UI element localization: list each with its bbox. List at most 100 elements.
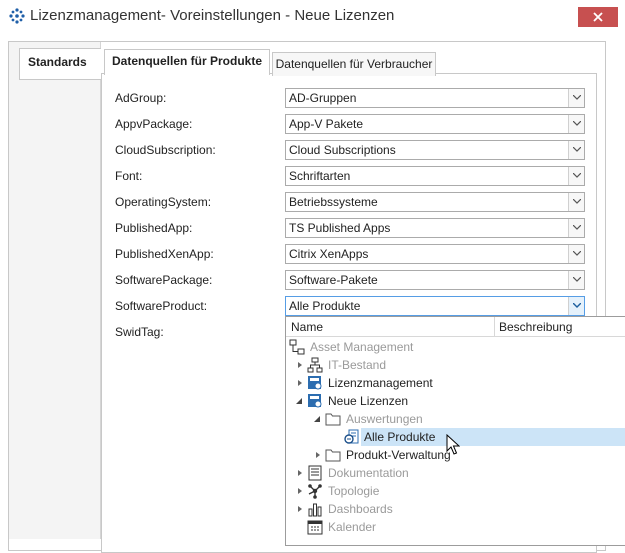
field-label-cloudsubscription: CloudSubscription: bbox=[115, 143, 216, 157]
close-button[interactable] bbox=[578, 7, 618, 27]
close-icon bbox=[593, 12, 603, 22]
hierarchy-icon bbox=[289, 339, 305, 355]
dropdown-button[interactable] bbox=[568, 89, 584, 107]
tree-node[interactable]: Kalender bbox=[286, 518, 625, 536]
license-module-icon bbox=[308, 394, 322, 408]
topology-icon bbox=[308, 484, 322, 499]
dropdown-button[interactable] bbox=[568, 193, 584, 211]
combo-value: TS Published Apps bbox=[289, 221, 391, 235]
field-label-font: Font: bbox=[115, 169, 143, 183]
product-report-icon bbox=[344, 429, 359, 444]
column-divider[interactable] bbox=[494, 317, 495, 337]
tree-node-label: Produkt-Verwaltung bbox=[346, 448, 451, 462]
dropdown-button[interactable] bbox=[568, 297, 584, 315]
combo-value: AD-Gruppen bbox=[289, 91, 357, 105]
tree-node[interactable]: Dokumentation bbox=[286, 464, 625, 482]
softwareproduct-combo[interactable]: Alle Produkte bbox=[285, 296, 585, 316]
column-header-name[interactable]: Name bbox=[291, 320, 323, 334]
expand-arrow-icon[interactable] bbox=[296, 361, 304, 369]
tree-node[interactable]: Lizenzmanagement bbox=[286, 374, 625, 392]
tree-node-label: Alle Produkte bbox=[364, 430, 436, 444]
tree-node[interactable]: Dashboards bbox=[286, 500, 625, 518]
combo-value: Cloud Subscriptions bbox=[289, 143, 396, 157]
chevron-down-icon bbox=[573, 173, 581, 178]
folder-icon bbox=[325, 413, 341, 426]
chevron-down-icon bbox=[573, 303, 581, 308]
softwarepackage-combo[interactable]: Software-Pakete bbox=[285, 270, 585, 290]
left-tab-strip bbox=[9, 42, 101, 539]
field-label-swidtag: SwidTag: bbox=[115, 325, 164, 339]
tree-node-label: Topologie bbox=[328, 484, 380, 498]
network-icon bbox=[307, 357, 323, 373]
publishedxenapp-combo[interactable]: Citrix XenApps bbox=[285, 244, 585, 264]
dropdown-button[interactable] bbox=[568, 245, 584, 263]
collapse-arrow-icon[interactable] bbox=[313, 415, 321, 423]
expand-arrow-icon[interactable] bbox=[314, 451, 322, 459]
tree-node-label: Dashboards bbox=[328, 502, 393, 516]
combo-value: Betriebssysteme bbox=[289, 195, 378, 209]
dropdown-button[interactable] bbox=[568, 141, 584, 159]
tree-node[interactable]: Asset Management bbox=[286, 338, 625, 356]
dropdown-button[interactable] bbox=[568, 219, 584, 237]
dropdown-button[interactable] bbox=[568, 271, 584, 289]
tree-node-label: Kalender bbox=[328, 520, 377, 534]
field-label-publishedxenapp: PublishedXenApp: bbox=[115, 247, 214, 261]
tab-standards[interactable]: Standards bbox=[19, 48, 101, 80]
mouse-cursor-icon bbox=[446, 434, 460, 455]
combo-value: Alle Produkte bbox=[289, 299, 361, 313]
folder-icon bbox=[325, 449, 341, 462]
tab-datenquellen-produkte[interactable]: Datenquellen für Produkte bbox=[104, 49, 270, 75]
dropdown-header: Name Beschreibung bbox=[286, 317, 625, 337]
expand-arrow-icon[interactable] bbox=[296, 379, 304, 387]
column-header-description[interactable]: Beschreibung bbox=[499, 320, 572, 334]
combo-value: App-V Pakete bbox=[289, 117, 364, 131]
tree-node-label: Dokumentation bbox=[328, 466, 409, 480]
tree-node[interactable]: Neue Lizenzen bbox=[286, 392, 625, 410]
calendar-icon bbox=[307, 520, 323, 535]
title-bar: Lizenzmanagement- Voreinstellungen - Neu… bbox=[0, 0, 625, 32]
window-title: Lizenzmanagement- Voreinstellungen - Neu… bbox=[30, 7, 395, 24]
font-combo[interactable]: Schriftarten bbox=[285, 166, 585, 186]
tree-node-label: Neue Lizenzen bbox=[328, 394, 409, 408]
softwareproduct-dropdown: Name Beschreibung Asset Management IT-Be… bbox=[285, 316, 625, 546]
field-label-operatingsystem: OperatingSystem: bbox=[115, 195, 212, 209]
dropdown-button[interactable] bbox=[568, 115, 584, 133]
tree-node[interactable]: Topologie bbox=[286, 482, 625, 500]
document-icon bbox=[308, 465, 322, 481]
dropdown-button[interactable] bbox=[568, 167, 584, 185]
chevron-down-icon bbox=[573, 95, 581, 100]
chevron-down-icon bbox=[573, 277, 581, 282]
tree-node-label: Asset Management bbox=[310, 340, 414, 354]
appvpackage-combo[interactable]: App-V Pakete bbox=[285, 114, 585, 134]
tree-node[interactable]: IT-Bestand bbox=[286, 356, 625, 374]
combo-value: Schriftarten bbox=[289, 169, 351, 183]
publishedapp-combo[interactable]: TS Published Apps bbox=[285, 218, 585, 238]
tree-node[interactable]: Auswertungen bbox=[286, 410, 625, 428]
field-label-adgroup: AdGroup: bbox=[115, 91, 167, 105]
combo-value: Software-Pakete bbox=[289, 273, 378, 287]
app-logo-icon bbox=[9, 8, 25, 24]
chevron-down-icon bbox=[573, 147, 581, 152]
tree-node-label: Auswertungen bbox=[346, 412, 423, 426]
bar-chart-icon bbox=[308, 503, 322, 517]
expand-arrow-icon[interactable] bbox=[296, 469, 304, 477]
chevron-down-icon bbox=[573, 121, 581, 126]
expand-arrow-icon[interactable] bbox=[296, 487, 304, 495]
tree-node-label: IT-Bestand bbox=[328, 358, 387, 372]
cloudsubscription-combo[interactable]: Cloud Subscriptions bbox=[285, 140, 585, 160]
tab-datenquellen-verbraucher[interactable]: Datenquellen für Verbraucher bbox=[272, 52, 436, 76]
field-label-appvpackage: AppvPackage: bbox=[115, 117, 193, 131]
license-module-icon bbox=[308, 376, 322, 390]
expand-arrow-icon[interactable] bbox=[296, 505, 304, 513]
field-label-softwarepackage: SoftwarePackage: bbox=[115, 273, 213, 287]
chevron-down-icon bbox=[573, 225, 581, 230]
field-label-publishedapp: PublishedApp: bbox=[115, 221, 193, 235]
tree-node-label: Lizenzmanagement bbox=[328, 376, 433, 390]
adgroup-combo[interactable]: AD-Gruppen bbox=[285, 88, 585, 108]
operatingsystem-combo[interactable]: Betriebssysteme bbox=[285, 192, 585, 212]
field-label-softwareproduct: SoftwareProduct: bbox=[115, 299, 208, 313]
combo-value: Citrix XenApps bbox=[289, 247, 369, 261]
collapse-arrow-icon[interactable] bbox=[295, 397, 303, 405]
chevron-down-icon bbox=[573, 251, 581, 256]
chevron-down-icon bbox=[573, 199, 581, 204]
